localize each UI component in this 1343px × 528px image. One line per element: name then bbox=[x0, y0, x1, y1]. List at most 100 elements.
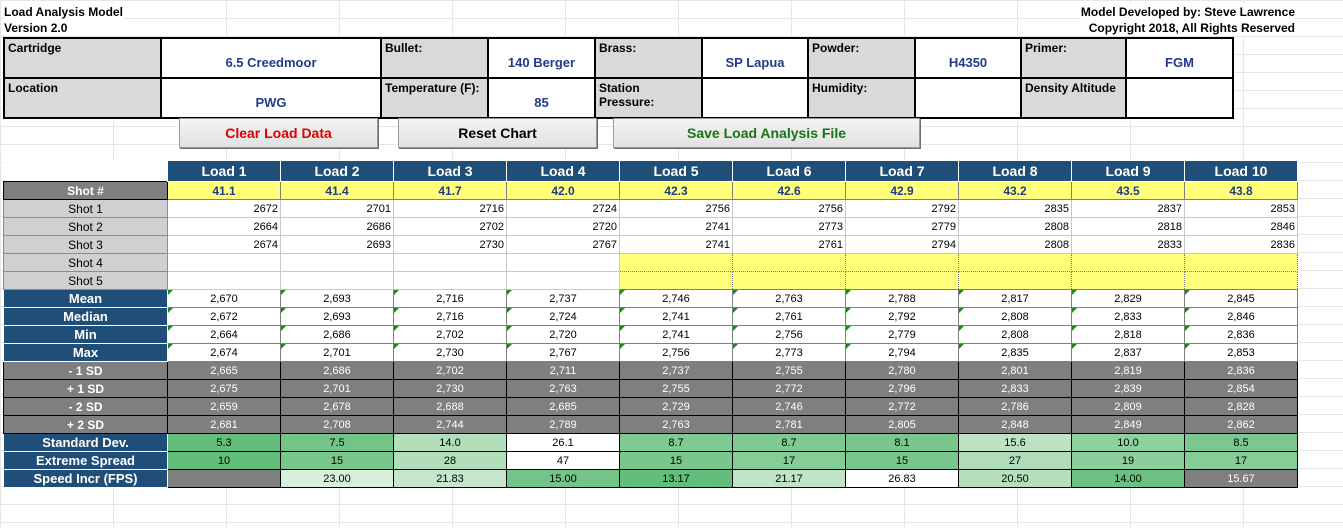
shot-velocity-cell[interactable]: 2761 bbox=[732, 235, 846, 254]
powder-value[interactable]: H4350 bbox=[914, 37, 1022, 79]
shot-velocity-cell[interactable] bbox=[732, 271, 846, 290]
shot-velocity-cell[interactable]: 2836 bbox=[1184, 235, 1298, 254]
shot-row: Shot 1 2672 2701 2716 2724 2756 2756 2792 2835 28… bbox=[3, 199, 1298, 218]
shot-velocity-cell[interactable]: 2837 bbox=[1071, 199, 1185, 218]
metric-cell bbox=[167, 469, 281, 488]
shot-velocity-cell[interactable]: 2701 bbox=[280, 199, 394, 218]
shot-velocity-cell[interactable]: 2808 bbox=[958, 235, 1072, 254]
metric-cell: 8.5 bbox=[1184, 433, 1298, 452]
shot-velocity-cell[interactable]: 2741 bbox=[619, 235, 733, 254]
metric-cell: 15 bbox=[280, 451, 394, 470]
shot-velocity-cell[interactable]: 2853 bbox=[1184, 199, 1298, 218]
shot-velocity-cell[interactable]: 2664 bbox=[167, 217, 281, 236]
stat-row: Min 2,664 2,686 2,702 2,720 2,741 2,756 2,779 2,… bbox=[3, 325, 1298, 344]
charge-weight-3[interactable]: 41.7 bbox=[393, 181, 507, 200]
shot-velocity-cell[interactable] bbox=[958, 253, 1072, 272]
shot-velocity-cell[interactable]: 2808 bbox=[958, 217, 1072, 236]
shot-velocity-cell[interactable]: 2767 bbox=[506, 235, 620, 254]
primer-value[interactable]: FGM bbox=[1125, 37, 1234, 79]
shot-velocity-cell[interactable]: 2672 bbox=[167, 199, 281, 218]
shot-velocity-cell[interactable]: 2818 bbox=[1071, 217, 1185, 236]
shot-velocity-cell[interactable]: 2846 bbox=[1184, 217, 1298, 236]
stat-cell: 2,808 bbox=[958, 307, 1072, 326]
location-value[interactable]: PWG bbox=[160, 77, 382, 119]
shot-velocity-cell[interactable]: 2756 bbox=[732, 199, 846, 218]
charge-weight-7[interactable]: 42.9 bbox=[845, 181, 959, 200]
shot-velocity-cell[interactable] bbox=[1184, 253, 1298, 272]
charge-weight-1[interactable]: 41.1 bbox=[167, 181, 281, 200]
shot-velocity-cell[interactable]: 2693 bbox=[280, 235, 394, 254]
shot-velocity-cell[interactable]: 2779 bbox=[845, 217, 959, 236]
sd-range-cell: 2,796 bbox=[845, 379, 959, 398]
charge-weight-10[interactable]: 43.8 bbox=[1184, 181, 1298, 200]
sd-range-label: + 2 SD bbox=[3, 415, 168, 434]
metric-label: Extreme Spread bbox=[3, 451, 168, 470]
shot-velocity-cell[interactable] bbox=[506, 253, 620, 272]
stat-cell: 2,730 bbox=[393, 343, 507, 362]
metric-row: Extreme Spread 10 15 28 47 15 17 15 27 19 17 bbox=[3, 451, 1298, 470]
save-load-analysis-file-button[interactable]: Save Load Analysis File bbox=[613, 118, 920, 148]
sd-range-cell: 2,678 bbox=[280, 397, 394, 416]
temperature-value[interactable]: 85 bbox=[487, 77, 596, 119]
shot-velocity-cell[interactable]: 2686 bbox=[280, 217, 394, 236]
shot-velocity-cell[interactable] bbox=[619, 271, 733, 290]
clear-load-data-button[interactable]: Clear Load Data bbox=[179, 118, 378, 148]
charge-weight-5[interactable]: 42.3 bbox=[619, 181, 733, 200]
shot-velocity-cell[interactable] bbox=[167, 253, 281, 272]
shot-velocity-cell[interactable]: 2756 bbox=[619, 199, 733, 218]
sd-range-cell: 2,711 bbox=[506, 361, 620, 380]
shot-velocity-cell[interactable]: 2835 bbox=[958, 199, 1072, 218]
load-header-3: Load 3 bbox=[393, 160, 507, 182]
sd-range-cell: 2,772 bbox=[732, 379, 846, 398]
shot-velocity-cell[interactable]: 2773 bbox=[732, 217, 846, 236]
metric-cell: 10.0 bbox=[1071, 433, 1185, 452]
shot-velocity-cell[interactable] bbox=[732, 253, 846, 272]
shot-velocity-cell[interactable] bbox=[958, 271, 1072, 290]
shot-velocity-cell[interactable]: 2794 bbox=[845, 235, 959, 254]
charge-weight-8[interactable]: 43.2 bbox=[958, 181, 1072, 200]
shot-velocity-cell[interactable]: 2833 bbox=[1071, 235, 1185, 254]
charge-weight-6[interactable]: 42.6 bbox=[732, 181, 846, 200]
humidity-value[interactable] bbox=[914, 77, 1022, 119]
stat-cell: 2,756 bbox=[732, 325, 846, 344]
shot-velocity-cell[interactable] bbox=[845, 253, 959, 272]
shot-velocity-cell[interactable] bbox=[1184, 271, 1298, 290]
stat-label: Max bbox=[3, 343, 168, 362]
charge-weight-2[interactable]: 41.4 bbox=[280, 181, 394, 200]
cartridge-value[interactable]: 6.5 Creedmoor bbox=[160, 37, 382, 79]
stat-cell: 2,833 bbox=[1071, 307, 1185, 326]
station-pressure-value[interactable] bbox=[701, 77, 809, 119]
shot-velocity-cell[interactable]: 2702 bbox=[393, 217, 507, 236]
shot-velocity-cell[interactable]: 2792 bbox=[845, 199, 959, 218]
brass-value[interactable]: SP Lapua bbox=[701, 37, 809, 79]
sd-range-cell: 2,786 bbox=[958, 397, 1072, 416]
charge-weight-4[interactable]: 42.0 bbox=[506, 181, 620, 200]
shot-velocity-cell[interactable] bbox=[280, 253, 394, 272]
shot-velocity-cell[interactable] bbox=[1071, 253, 1185, 272]
sd-range-cell: 2,819 bbox=[1071, 361, 1185, 380]
station-pressure-label: Station Pressure: bbox=[594, 77, 703, 119]
sd-range-cell: 2,659 bbox=[167, 397, 281, 416]
shot-velocity-cell[interactable] bbox=[280, 271, 394, 290]
shot-velocity-cell[interactable]: 2724 bbox=[506, 199, 620, 218]
shot-velocity-cell[interactable]: 2720 bbox=[506, 217, 620, 236]
cartridge-label: Cartridge bbox=[3, 37, 162, 79]
shot-velocity-cell[interactable] bbox=[506, 271, 620, 290]
density-altitude-value[interactable] bbox=[1125, 77, 1234, 119]
shot-velocity-cell[interactable]: 2716 bbox=[393, 199, 507, 218]
shot-velocity-cell[interactable] bbox=[845, 271, 959, 290]
reset-chart-button[interactable]: Reset Chart bbox=[398, 118, 597, 148]
shot-velocity-cell[interactable]: 2741 bbox=[619, 217, 733, 236]
metric-cell: 47 bbox=[506, 451, 620, 470]
charge-weight-9[interactable]: 43.5 bbox=[1071, 181, 1185, 200]
load-header-4: Load 4 bbox=[506, 160, 620, 182]
shot-velocity-cell[interactable]: 2674 bbox=[167, 235, 281, 254]
shot-velocity-cell[interactable] bbox=[393, 253, 507, 272]
shot-velocity-cell[interactable] bbox=[393, 271, 507, 290]
shot-velocity-cell[interactable]: 2730 bbox=[393, 235, 507, 254]
shot-number-label: Shot # bbox=[3, 181, 168, 200]
shot-velocity-cell[interactable] bbox=[1071, 271, 1185, 290]
shot-velocity-cell[interactable] bbox=[167, 271, 281, 290]
bullet-value[interactable]: 140 Berger bbox=[487, 37, 596, 79]
shot-velocity-cell[interactable] bbox=[619, 253, 733, 272]
